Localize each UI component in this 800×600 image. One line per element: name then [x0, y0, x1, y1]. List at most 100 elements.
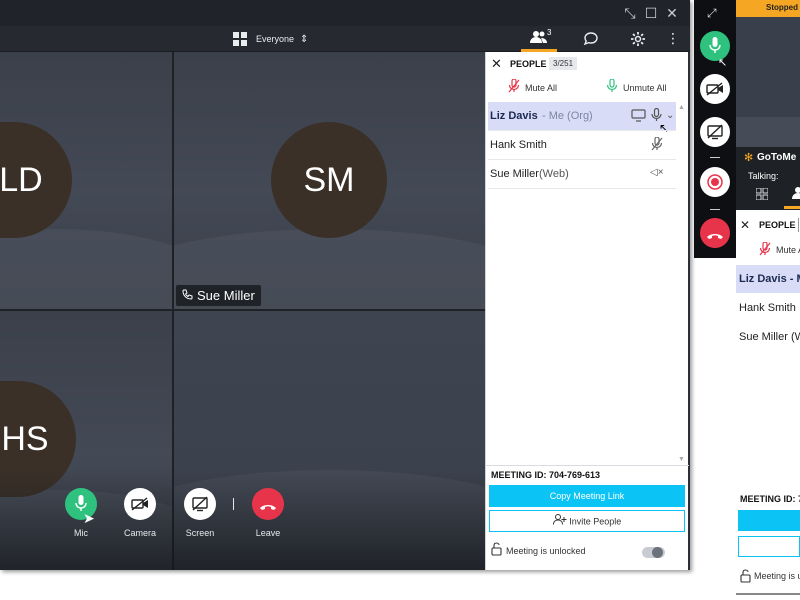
attendee-name: Liz Davis	[490, 110, 538, 122]
controls-divider	[233, 498, 234, 510]
screen-label: Screen	[185, 528, 215, 538]
meeting-window: ⤡ ☐ ✕ Everyone ⇕ 3 ⋮ LD SM Sue Miller HS…	[0, 0, 690, 570]
people-panel-header: ✕ PEOPLE 3/251	[486, 52, 689, 76]
float-record-button[interactable]	[700, 167, 730, 197]
unmute-all-label: Unmute All	[623, 83, 667, 93]
speaker-muted-icon: ◁×	[650, 167, 664, 178]
maximize-button[interactable]: ☐	[643, 5, 659, 21]
more-options-icon[interactable]: ⋮	[666, 30, 680, 46]
view-selector[interactable]: Everyone ⇕	[233, 31, 308, 47]
copy-meeting-link-button[interactable]	[738, 510, 800, 531]
add-person-icon	[552, 512, 567, 532]
screen-share-button[interactable]	[184, 488, 216, 520]
attendee-name: Sue Miller	[490, 168, 539, 180]
secondary-video-preview	[736, 17, 800, 147]
screen-sharing-icon	[631, 109, 646, 125]
camera-label: Camera	[123, 528, 156, 538]
secondary-toolbar: Talking:	[736, 168, 800, 210]
scroll-down-icon[interactable]: ▼	[678, 456, 685, 463]
people-panel-title: PEOPLE	[510, 59, 547, 69]
expand-view-icon[interactable]: ⤢	[707, 6, 717, 21]
camera-off-icon	[131, 497, 149, 516]
screen-share-off-icon	[192, 496, 208, 517]
grid-view-icon	[233, 32, 247, 46]
mute-all-label: Mute All	[525, 83, 558, 93]
attendee-row-liz-davis[interactable]: Liz Davis - M	[736, 265, 800, 293]
leave-button[interactable]	[252, 488, 284, 520]
attendee-name: Sue Miller (W	[739, 331, 800, 343]
attendee-role: (Web)	[539, 168, 569, 180]
footer-divider	[486, 465, 689, 466]
attendee-row-sue-miller[interactable]: Sue Miller (W	[736, 323, 800, 351]
sort-arrows-icon: ⇕	[300, 33, 309, 45]
attendee-row-liz-davis[interactable]: Liz Davis - Me (Org) ⌄ ↖	[488, 102, 676, 135]
attendee-list-scrollbar[interactable]: ▲ ▼	[678, 104, 686, 464]
mic-muted-icon	[759, 241, 771, 261]
mic-muted-icon	[508, 77, 520, 98]
grid-view-icon[interactable]	[755, 187, 769, 205]
video-tile-sm: SM Sue Miller	[174, 52, 485, 309]
name-chip-label: Sue Miller	[197, 288, 255, 303]
mic-label: Mic	[74, 528, 88, 538]
copy-meeting-link-button[interactable]: Copy Meeting Link	[489, 485, 685, 507]
avatar-ld: LD	[0, 122, 72, 238]
attendee-row-sue-miller[interactable]: Sue Miller (Web) ◁×	[488, 160, 676, 188]
unlocked-icon	[740, 569, 751, 588]
attendee-row-hank-smith[interactable]: Hank Smith	[488, 131, 676, 159]
attendee-role: - Me (Org)	[542, 110, 593, 122]
mute-all-button[interactable]: Mute All	[508, 77, 558, 98]
invite-people-button[interactable]	[738, 536, 800, 557]
floating-control-bar: ⤢ ↖	[694, 0, 736, 258]
phone-icon	[182, 288, 193, 303]
people-icon[interactable]	[792, 186, 800, 205]
hang-up-icon	[706, 228, 724, 246]
avatar-sm: SM	[271, 122, 387, 238]
float-leave-button[interactable]	[700, 218, 730, 248]
camera-button[interactable]	[124, 488, 156, 520]
recording-banner-label: Stopped	[766, 3, 798, 12]
meeting-id: MEETING ID: 7	[740, 494, 800, 504]
unlocked-icon	[491, 541, 502, 561]
meeting-id: MEETING ID: 704-769-613	[491, 470, 601, 480]
close-panel-icon[interactable]: ✕	[740, 218, 750, 232]
people-count-badge: 3	[547, 28, 552, 37]
settings-gear-icon[interactable]	[630, 31, 646, 52]
invite-people-button[interactable]: Invite People	[489, 510, 685, 532]
lock-toggle[interactable]	[642, 547, 665, 558]
chat-icon[interactable]	[583, 31, 599, 52]
invite-people-label: Invite People	[569, 516, 622, 527]
attendee-name: Hank Smith	[739, 302, 796, 314]
float-camera-button[interactable]	[700, 74, 730, 104]
secondary-meeting-window: Stopped ✻ GoToMe Talking: ✕ PEOPLE Mute …	[736, 0, 800, 596]
attendee-name: Hank Smith	[490, 139, 547, 151]
close-button[interactable]: ✕	[664, 5, 680, 21]
compact-view-icon[interactable]: ⤡	[622, 5, 638, 21]
people-count: 3/251	[549, 57, 578, 70]
title-bar: ⤡ ☐ ✕	[0, 0, 690, 26]
record-icon	[707, 174, 723, 195]
meeting-controls: ➤ Mic Camera Screen Leave	[0, 470, 485, 570]
close-panel-icon[interactable]: ✕	[491, 56, 502, 72]
secondary-people-panel: ✕ PEOPLE Mute A Liz Davis - M Hank Smith…	[736, 210, 800, 596]
float-screen-button[interactable]	[700, 117, 730, 147]
mute-all-label: Mute A	[776, 245, 800, 255]
people-icon	[530, 30, 548, 49]
attendee-name: Liz Davis - M	[739, 273, 800, 285]
people-tab[interactable]: 3	[521, 26, 557, 52]
window-bottom-edge	[736, 593, 800, 595]
leave-label: Leave	[255, 528, 281, 538]
chevron-down-icon[interactable]: ⌄	[666, 110, 674, 121]
people-panel-title: PEOPLE	[759, 220, 796, 230]
brand-name: GoToMe	[757, 152, 797, 163]
video-tile-ld: LD	[0, 52, 172, 309]
unmute-all-button[interactable]: Unmute All	[606, 77, 667, 96]
toolbar-divider	[710, 157, 720, 158]
lock-status-label: Meeting is u	[754, 571, 800, 581]
lock-status-label: Meeting is unlocked	[506, 546, 586, 556]
participant-name-chip: Sue Miller	[176, 285, 261, 306]
attendee-row-hank-smith[interactable]: Hank Smith	[736, 294, 800, 322]
camera-off-icon	[706, 82, 724, 101]
mouse-cursor-icon: ↖	[718, 57, 728, 69]
people-panel: ✕ PEOPLE 3/251 Mute All Unmute All Liz D…	[485, 52, 689, 570]
scroll-up-icon[interactable]: ▲	[678, 104, 685, 111]
